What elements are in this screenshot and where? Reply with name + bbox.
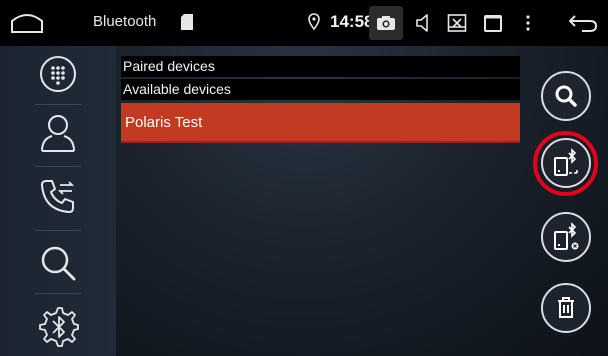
delete-device-button[interactable] <box>541 283 591 333</box>
clock: 14:58 <box>330 12 374 31</box>
sidebar-item-contacts[interactable] <box>18 108 98 158</box>
screenshot-icon[interactable] <box>446 12 468 34</box>
sidebar <box>0 46 116 356</box>
app-title: Bluetooth <box>93 13 157 30</box>
unpair-device-button[interactable] <box>541 212 591 262</box>
sidebar-item-search[interactable] <box>18 238 98 288</box>
camera-icon[interactable] <box>369 6 403 40</box>
location-icon <box>308 12 320 32</box>
sidebar-item-bluetooth-settings[interactable] <box>18 301 98 351</box>
search-icon <box>41 246 76 281</box>
available-devices-header[interactable]: Available devices <box>121 79 520 100</box>
sidebar-item-call-log[interactable] <box>18 171 98 221</box>
sidebar-divider <box>35 230 81 231</box>
bluetooth-unpair-icon <box>554 222 579 250</box>
sidebar-item-dialpad[interactable] <box>18 49 98 99</box>
sidebar-divider <box>35 104 81 105</box>
sd-card-icon <box>181 14 193 30</box>
window-icon[interactable] <box>482 12 504 34</box>
sidebar-divider <box>35 293 81 294</box>
back-icon[interactable] <box>568 12 598 34</box>
call-log-icon <box>41 180 75 213</box>
contacts-icon <box>41 115 75 152</box>
search-icon <box>555 85 577 107</box>
trash-icon <box>558 297 574 318</box>
bluetooth-settings-icon <box>39 307 79 347</box>
more-icon[interactable] <box>522 12 534 34</box>
device-list-item[interactable]: Polaris Test <box>121 103 520 143</box>
sidebar-divider <box>35 166 81 167</box>
volume-icon[interactable] <box>414 12 434 34</box>
bluetooth-pair-icon <box>554 148 578 176</box>
paired-devices-header[interactable]: Paired devices <box>121 56 520 77</box>
dialpad-icon <box>40 56 76 92</box>
home-icon[interactable] <box>10 10 44 34</box>
status-bar: Bluetooth 14:58 <box>0 0 608 46</box>
search-devices-button[interactable] <box>541 71 591 121</box>
pair-device-button[interactable] <box>541 138 591 188</box>
